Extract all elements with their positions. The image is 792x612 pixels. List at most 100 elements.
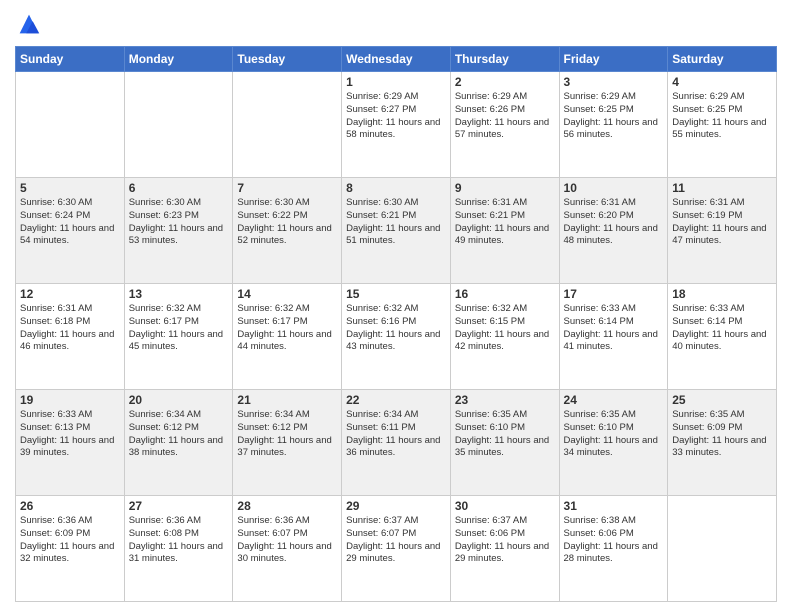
calendar-cell: 28Sunrise: 6:36 AM Sunset: 6:07 PM Dayli…	[233, 496, 342, 602]
cell-info: Sunrise: 6:32 AM Sunset: 6:17 PM Dayligh…	[237, 303, 337, 354]
week-row-5: 26 Sunrise: 6:36 AM Sunset: 6:09 PM Dayli…	[16, 496, 777, 602]
day-header-tuesday: Tuesday	[233, 47, 342, 72]
calendar-cell	[16, 72, 125, 178]
cell-info: Sunrise: 6:31 AM Sunset: 6:20 PM Dayligh…	[564, 197, 664, 248]
calendar-cell: 15 Sunrise: 6:32 AM Sunset: 6:16 PM Dayli…	[342, 284, 451, 390]
cell-date-number: 25	[672, 393, 772, 407]
cell-info: Sunrise: 6:34 AM Sunset: 6:11 PM Dayligh…	[346, 409, 446, 460]
calendar-cell	[124, 72, 233, 178]
header	[15, 10, 777, 38]
header-row: SundayMondayTuesdayWednesdayThursdayFrid…	[16, 47, 777, 72]
cell-info: Sunrise: 6:30 AM Sunset: 6:22 PM Dayligh…	[237, 197, 337, 248]
cell-info: Sunrise: 6:37 AM Sunset: 6:06 PM Dayligh…	[455, 515, 555, 566]
logo	[15, 10, 47, 38]
cell-info: Sunrise: 6:35 AM Sunset: 6:10 PM Dayligh…	[564, 409, 664, 460]
day-header-monday: Monday	[124, 47, 233, 72]
cell-info: Sunrise: 6:29 AM Sunset: 6:27 PM Dayligh…	[346, 91, 446, 142]
cell-date-number: 2	[455, 75, 555, 89]
cell-info: Sunrise: 6:30 AM Sunset: 6:21 PM Dayligh…	[346, 197, 446, 248]
day-header-saturday: Saturday	[668, 47, 777, 72]
cell-date-number: 24	[564, 393, 664, 407]
cell-date-number: 20	[129, 393, 229, 407]
cell-info: Sunrise: 6:36 AM Sunset: 6:09 PM Dayligh…	[20, 515, 120, 566]
cell-info: Sunrise: 6:37 AM Sunset: 6:07 PM Dayligh…	[346, 515, 446, 566]
cell-date-number: 17	[564, 287, 664, 301]
cell-info: Sunrise: 6:38 AM Sunset: 6:06 PM Dayligh…	[564, 515, 664, 566]
cell-info: Sunrise: 6:35 AM Sunset: 6:10 PM Dayligh…	[455, 409, 555, 460]
cell-date-number: 4	[672, 75, 772, 89]
logo-icon	[15, 10, 43, 38]
calendar-cell: 20 Sunrise: 6:34 AM Sunset: 6:12 PM Dayli…	[124, 390, 233, 496]
cell-date-number: 19	[20, 393, 120, 407]
cell-date-number: 11	[672, 181, 772, 195]
cell-date-number: 7	[237, 181, 337, 195]
cell-date-number: 18	[672, 287, 772, 301]
cell-date-number: 28	[237, 499, 337, 513]
cell-info: Sunrise: 6:30 AM Sunset: 6:24 PM Dayligh…	[20, 197, 120, 248]
calendar-cell: 19Sunrise: 6:33 AM Sunset: 6:13 PM Dayli…	[16, 390, 125, 496]
cell-date-number: 12	[20, 287, 120, 301]
cell-date-number: 3	[564, 75, 664, 89]
cell-date-number: 22	[346, 393, 446, 407]
cell-date-number: 16	[455, 287, 555, 301]
cell-date-number: 13	[129, 287, 229, 301]
day-header-thursday: Thursday	[450, 47, 559, 72]
calendar-cell: 21 Sunrise: 6:34 AM Sunset: 6:12 PM Dayli…	[233, 390, 342, 496]
cell-info: Sunrise: 6:29 AM Sunset: 6:25 PM Dayligh…	[564, 91, 664, 142]
cell-info: Sunrise: 6:32 AM Sunset: 6:16 PM Dayligh…	[346, 303, 446, 354]
cell-date-number: 14	[237, 287, 337, 301]
cell-date-number: 26	[20, 499, 120, 513]
cell-info: Sunrise: 6:32 AM Sunset: 6:17 PM Dayligh…	[129, 303, 229, 354]
day-header-wednesday: Wednesday	[342, 47, 451, 72]
calendar-cell: 11Sunrise: 6:31 AM Sunset: 6:19 PM Dayli…	[668, 178, 777, 284]
cell-date-number: 31	[564, 499, 664, 513]
calendar-cell: 18 Sunrise: 6:33 AM Sunset: 6:14 PM Dayli…	[668, 284, 777, 390]
calendar-cell: 27Sunrise: 6:36 AM Sunset: 6:08 PM Dayli…	[124, 496, 233, 602]
calendar-cell: 17Sunrise: 6:33 AM Sunset: 6:14 PM Dayli…	[559, 284, 668, 390]
week-row-4: 19Sunrise: 6:33 AM Sunset: 6:13 PM Dayli…	[16, 390, 777, 496]
cell-date-number: 21	[237, 393, 337, 407]
cell-info: Sunrise: 6:33 AM Sunset: 6:14 PM Dayligh…	[672, 303, 772, 354]
cell-info: Sunrise: 6:29 AM Sunset: 6:26 PM Dayligh…	[455, 91, 555, 142]
calendar-cell: 26 Sunrise: 6:36 AM Sunset: 6:09 PM Dayli…	[16, 496, 125, 602]
day-header-sunday: Sunday	[16, 47, 125, 72]
calendar-cell: 10 Sunrise: 6:31 AM Sunset: 6:20 PM Dayli…	[559, 178, 668, 284]
calendar-table: SundayMondayTuesdayWednesdayThursdayFrid…	[15, 46, 777, 602]
calendar-cell: 22 Sunrise: 6:34 AM Sunset: 6:11 PM Dayli…	[342, 390, 451, 496]
cell-info: Sunrise: 6:31 AM Sunset: 6:21 PM Dayligh…	[455, 197, 555, 248]
calendar-cell: 4 Sunrise: 6:29 AM Sunset: 6:25 PM Daylig…	[668, 72, 777, 178]
calendar-cell: 30Sunrise: 6:37 AM Sunset: 6:06 PM Dayli…	[450, 496, 559, 602]
calendar-cell: 1 Sunrise: 6:29 AM Sunset: 6:27 PM Daylig…	[342, 72, 451, 178]
calendar-cell: 6 Sunrise: 6:30 AM Sunset: 6:23 PM Daylig…	[124, 178, 233, 284]
cell-date-number: 1	[346, 75, 446, 89]
week-row-1: 1 Sunrise: 6:29 AM Sunset: 6:27 PM Daylig…	[16, 72, 777, 178]
cell-date-number: 9	[455, 181, 555, 195]
page: SundayMondayTuesdayWednesdayThursdayFrid…	[0, 0, 792, 612]
calendar-cell: 12Sunrise: 6:31 AM Sunset: 6:18 PM Dayli…	[16, 284, 125, 390]
calendar-cell: 7 Sunrise: 6:30 AM Sunset: 6:22 PM Daylig…	[233, 178, 342, 284]
cell-info: Sunrise: 6:35 AM Sunset: 6:09 PM Dayligh…	[672, 409, 772, 460]
cell-date-number: 15	[346, 287, 446, 301]
cell-date-number: 29	[346, 499, 446, 513]
cell-date-number: 5	[20, 181, 120, 195]
cell-date-number: 8	[346, 181, 446, 195]
cell-info: Sunrise: 6:32 AM Sunset: 6:15 PM Dayligh…	[455, 303, 555, 354]
calendar-cell: 16 Sunrise: 6:32 AM Sunset: 6:15 PM Dayli…	[450, 284, 559, 390]
calendar-cell: 23 Sunrise: 6:35 AM Sunset: 6:10 PM Dayli…	[450, 390, 559, 496]
calendar-cell: 31 Sunrise: 6:38 AM Sunset: 6:06 PM Dayli…	[559, 496, 668, 602]
cell-date-number: 27	[129, 499, 229, 513]
cell-info: Sunrise: 6:30 AM Sunset: 6:23 PM Dayligh…	[129, 197, 229, 248]
calendar-cell: 14 Sunrise: 6:32 AM Sunset: 6:17 PM Dayli…	[233, 284, 342, 390]
cell-date-number: 6	[129, 181, 229, 195]
calendar-cell: 29 Sunrise: 6:37 AM Sunset: 6:07 PM Dayli…	[342, 496, 451, 602]
cell-info: Sunrise: 6:34 AM Sunset: 6:12 PM Dayligh…	[129, 409, 229, 460]
calendar-cell: 25 Sunrise: 6:35 AM Sunset: 6:09 PM Dayli…	[668, 390, 777, 496]
calendar-cell: 5 Sunrise: 6:30 AM Sunset: 6:24 PM Daylig…	[16, 178, 125, 284]
calendar-cell: 2 Sunrise: 6:29 AM Sunset: 6:26 PM Daylig…	[450, 72, 559, 178]
cell-info: Sunrise: 6:34 AM Sunset: 6:12 PM Dayligh…	[237, 409, 337, 460]
week-row-2: 5 Sunrise: 6:30 AM Sunset: 6:24 PM Daylig…	[16, 178, 777, 284]
cell-info: Sunrise: 6:29 AM Sunset: 6:25 PM Dayligh…	[672, 91, 772, 142]
cell-date-number: 23	[455, 393, 555, 407]
calendar-cell: 8 Sunrise: 6:30 AM Sunset: 6:21 PM Daylig…	[342, 178, 451, 284]
cell-date-number: 10	[564, 181, 664, 195]
